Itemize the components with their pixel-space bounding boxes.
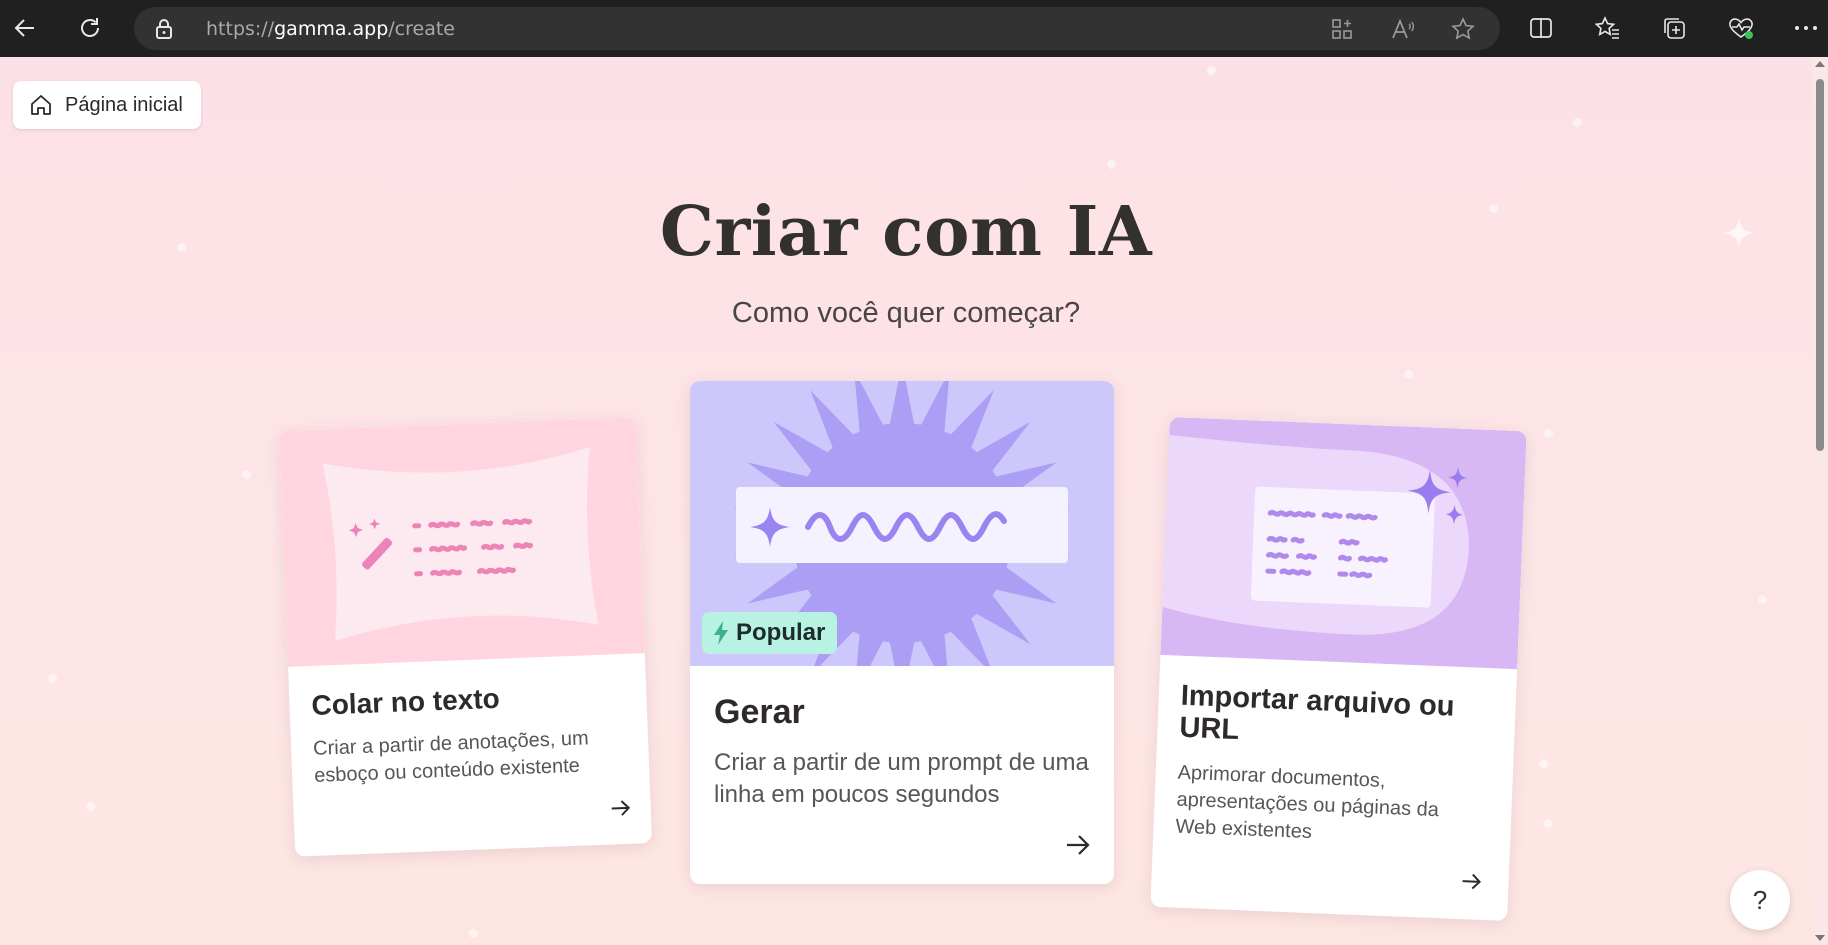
browser-essentials-icon[interactable] <box>1722 9 1760 47</box>
page-subtitle: Como você quer começar? <box>731 297 1081 329</box>
sparkle-dot <box>1207 66 1216 75</box>
refresh-icon[interactable] <box>71 9 109 47</box>
card-description: Criar a partir de anotações, um esboço o… <box>312 727 590 787</box>
popular-badge: Popular <box>702 612 838 654</box>
sparkle-dot <box>1539 759 1548 768</box>
home-button[interactable]: Página inicial <box>13 81 201 129</box>
scrollbar-thumb[interactable] <box>1816 79 1824 451</box>
apps-icon[interactable] <box>1329 16 1355 42</box>
page-title: Criar com IA <box>659 192 1153 272</box>
generate-card[interactable]: Popular Gerar Criar a partir de um promp… <box>690 381 1114 884</box>
sparkle-dot <box>1573 118 1582 127</box>
paste-text-illustration <box>278 417 645 667</box>
lightning-icon <box>714 621 728 645</box>
sparkle-dot <box>1544 429 1553 438</box>
sparkle-dot <box>469 929 478 938</box>
card-title: Importar arquivo ou URL <box>1178 679 1456 747</box>
lock-icon[interactable] <box>154 18 174 44</box>
popular-badge-label: Popular <box>736 619 826 646</box>
import-illustration <box>1160 417 1527 670</box>
sparkle-dot <box>1107 160 1116 169</box>
sparkle-dot <box>86 802 95 811</box>
scroll-up-arrow-icon[interactable] <box>1815 61 1825 67</box>
sparkle-dot <box>242 470 251 479</box>
scroll-down-arrow-icon[interactable] <box>1815 935 1825 941</box>
more-icon[interactable] <box>1787 9 1825 47</box>
back-icon[interactable] <box>6 9 44 47</box>
url-text[interactable]: https://gamma.app/create <box>206 18 455 40</box>
favorites-icon[interactable] <box>1589 9 1627 47</box>
sparkle-dot <box>48 674 57 683</box>
split-screen-icon[interactable] <box>1522 9 1560 47</box>
arrow-right-icon <box>1063 830 1093 860</box>
paste-text-card[interactable]: Colar no texto Criar a partir de anotaçõ… <box>278 417 653 857</box>
arrow-right-icon <box>1456 866 1487 897</box>
import-card[interactable]: Importar arquivo ou URL Aprimorar docume… <box>1150 417 1527 921</box>
sparkle-dot <box>1543 819 1552 828</box>
page-content: Página inicial Criar com IA Como você qu… <box>0 57 1812 945</box>
card-description: Aprimorar documentos, apresentações ou p… <box>1175 761 1440 844</box>
sparkle-dot <box>1758 595 1767 604</box>
card-description: Criar a partir de um prompt de uma linha… <box>714 749 1089 809</box>
home-button-label: Página inicial <box>65 93 183 116</box>
address-bar[interactable]: https://gamma.app/create <box>134 7 1500 50</box>
help-button[interactable]: ? <box>1730 870 1790 930</box>
home-icon <box>31 95 51 115</box>
card-title: Gerar <box>714 693 805 731</box>
read-aloud-icon[interactable] <box>1390 16 1416 42</box>
browser-toolbar: https://gamma.app/create <box>0 0 1828 57</box>
card-title: Colar no texto <box>310 682 501 721</box>
scrollbar[interactable] <box>1812 57 1828 945</box>
collections-icon[interactable] <box>1655 9 1693 47</box>
sparkle-dot <box>1404 370 1413 379</box>
favorite-star-icon[interactable] <box>1450 16 1476 42</box>
arrow-right-icon <box>605 793 636 824</box>
